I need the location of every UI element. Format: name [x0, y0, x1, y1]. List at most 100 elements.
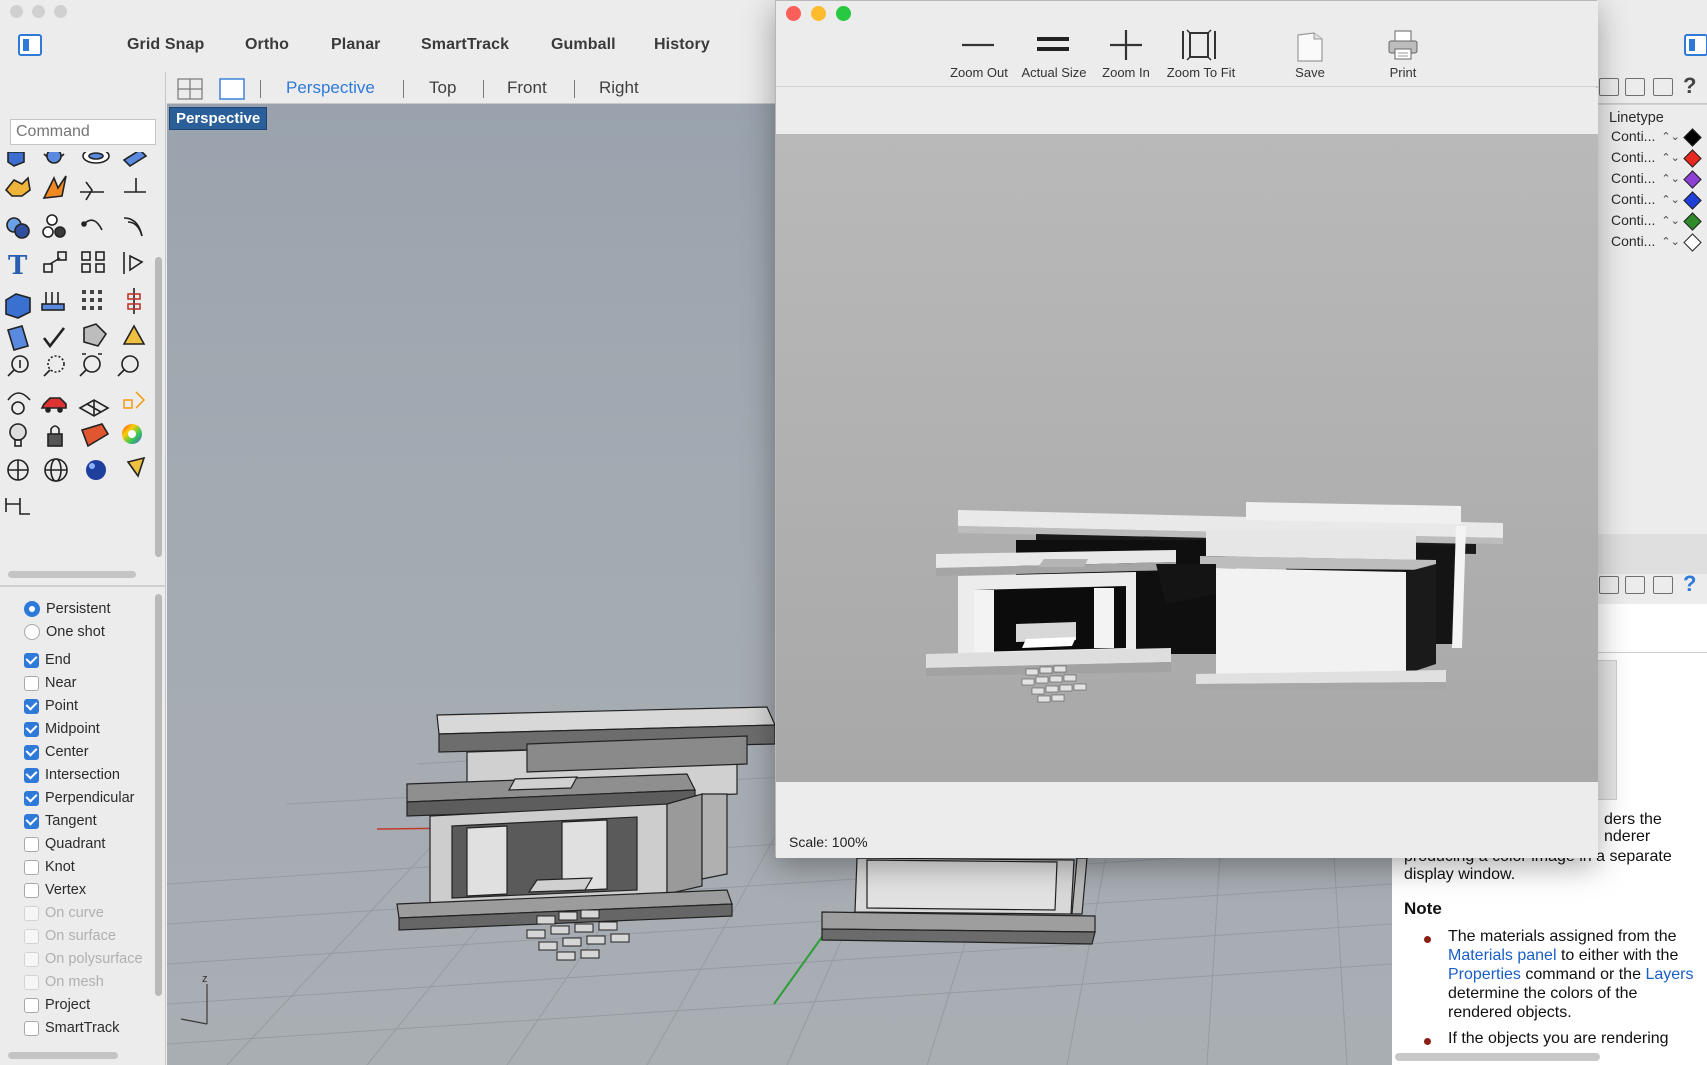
checkbox-quadrant[interactable] [24, 836, 39, 852]
display-panel-icon[interactable] [1653, 78, 1673, 96]
stepper-icon[interactable]: ⌃⌄ [1661, 214, 1679, 227]
snap-center[interactable]: Center [24, 741, 89, 763]
zoom-out-button[interactable]: Zoom Out [947, 65, 1011, 80]
snap-mode-one-shot[interactable]: One shot [24, 621, 105, 643]
materials-panel-link[interactable]: Materials panel [1448, 947, 1557, 964]
checkbox-vertex[interactable] [24, 882, 39, 898]
stepper-icon[interactable]: ⌃⌄ [1661, 151, 1679, 164]
snap-vertex[interactable]: Vertex [24, 879, 86, 901]
document-icon[interactable] [1295, 31, 1325, 63]
checkbox-midpoint[interactable] [24, 721, 39, 737]
single-view-layout-icon[interactable] [219, 78, 245, 100]
checkbox-smarttrack[interactable] [24, 1020, 39, 1036]
stepper-icon[interactable]: ⌃⌄ [1661, 172, 1679, 185]
linetype-value[interactable]: Conti... [1611, 233, 1655, 249]
tab-front[interactable]: Front [507, 78, 547, 98]
checkbox-project[interactable] [24, 997, 39, 1013]
checkbox-perpendicular[interactable] [24, 790, 39, 806]
snap-knot[interactable]: Knot [24, 856, 75, 878]
linetype-value[interactable]: Conti... [1611, 191, 1655, 207]
linetype-value[interactable]: Conti... [1611, 128, 1655, 144]
layer-row[interactable]: Conti... ⌃⌄ [1611, 168, 1680, 188]
layer-color-swatch[interactable] [1683, 149, 1702, 168]
layers-panel-icon[interactable] [1599, 78, 1619, 96]
tab-top[interactable]: Top [429, 78, 456, 98]
minimize-button[interactable] [32, 5, 45, 18]
layers-link[interactable]: Layers [1645, 966, 1693, 983]
layer-color-swatch[interactable] [1683, 191, 1702, 210]
render-canvas[interactable] [776, 134, 1598, 782]
linetype-value[interactable]: Conti... [1611, 170, 1655, 186]
tab-perspective[interactable]: Perspective [286, 78, 375, 98]
equals-icon[interactable] [1036, 33, 1070, 55]
snap-perpendicular[interactable]: Perpendicular [24, 787, 134, 809]
zoom-in-button[interactable]: Zoom In [1098, 65, 1154, 80]
snap-mode-persistent[interactable]: Persistent [24, 598, 110, 620]
layer-color-swatch[interactable] [1683, 170, 1702, 189]
checkbox-point[interactable] [24, 698, 39, 714]
snap-point[interactable]: Point [24, 695, 78, 717]
snap-intersection[interactable]: Intersection [24, 764, 120, 786]
radio-one-shot[interactable] [24, 624, 40, 640]
tab-right[interactable]: Right [599, 78, 639, 98]
linetype-value[interactable]: Conti... [1611, 149, 1655, 165]
radio-persistent[interactable] [24, 601, 40, 617]
render-zoom-button[interactable] [836, 6, 851, 21]
snap-near[interactable]: Near [24, 672, 76, 694]
stepper-icon[interactable]: ⌃⌄ [1661, 130, 1679, 143]
properties-link[interactable]: Properties [1448, 966, 1521, 983]
four-view-layout-icon[interactable] [177, 78, 203, 100]
help-icon[interactable]: ? [1683, 571, 1696, 597]
smarttrack-button[interactable]: SmartTrack [421, 36, 509, 54]
layer-color-swatch[interactable] [1683, 233, 1702, 252]
properties-panel-icon[interactable] [1625, 576, 1645, 594]
history-button[interactable]: History [654, 36, 710, 54]
checkbox-intersection[interactable] [24, 767, 39, 783]
layer-row[interactable]: Conti... ⌃⌄ [1611, 147, 1680, 167]
layer-color-swatch[interactable] [1683, 212, 1702, 231]
layer-row[interactable]: Conti... ⌃⌄ [1611, 210, 1680, 230]
ortho-button[interactable]: Ortho [245, 36, 289, 54]
snap-tangent[interactable]: Tangent [24, 810, 97, 832]
layers-panel-icon[interactable] [1599, 576, 1619, 594]
help-horizontal-scrollbar[interactable] [1395, 1053, 1600, 1061]
checkbox-knot[interactable] [24, 859, 39, 875]
sidebar-toggle-icon[interactable] [18, 34, 42, 56]
print-button[interactable]: Print [1379, 65, 1427, 80]
zoom-to-fit-button[interactable]: Zoom To Fit [1161, 65, 1241, 80]
panel-splitter[interactable] [1597, 534, 1707, 574]
osnap-horizontal-scrollbar[interactable] [8, 1052, 118, 1059]
close-button[interactable] [10, 5, 23, 18]
linetype-value[interactable]: Conti... [1611, 212, 1655, 228]
checkbox-center[interactable] [24, 744, 39, 760]
layer-row[interactable]: Conti... ⌃⌄ [1611, 189, 1680, 209]
planar-button[interactable]: Planar [331, 36, 381, 54]
layer-color-swatch[interactable] [1683, 128, 1702, 147]
right-panel-toggle-icon[interactable] [1684, 34, 1707, 56]
render-close-button[interactable] [786, 6, 801, 21]
minus-icon[interactable] [961, 33, 995, 55]
checkbox-tangent[interactable] [24, 813, 39, 829]
stepper-icon[interactable]: ⌃⌄ [1661, 235, 1679, 248]
palette-horizontal-scrollbar[interactable] [8, 571, 136, 578]
fit-icon[interactable] [1181, 29, 1217, 61]
printer-icon[interactable] [1387, 29, 1419, 61]
gumball-button[interactable]: Gumball [551, 36, 616, 54]
viewport-title[interactable]: Perspective [169, 107, 268, 130]
layer-row[interactable]: Conti... ⌃⌄ [1611, 126, 1680, 146]
snap-midpoint[interactable]: Midpoint [24, 718, 100, 740]
layer-row[interactable]: Conti... ⌃⌄ [1611, 231, 1680, 251]
snap-project[interactable]: Project [24, 994, 90, 1016]
palette-scrollbar[interactable] [155, 257, 162, 557]
checkbox-near[interactable] [24, 675, 39, 691]
osnap-scrollbar[interactable] [155, 594, 162, 996]
save-button[interactable]: Save [1286, 65, 1334, 80]
grid-snap-button[interactable]: Grid Snap [127, 36, 204, 54]
actual-size-button[interactable]: Actual Size [1018, 65, 1090, 80]
help-icon[interactable]: ? [1683, 73, 1696, 99]
plus-icon[interactable] [1109, 29, 1143, 61]
properties-panel-icon[interactable] [1625, 78, 1645, 96]
render-minimize-button[interactable] [811, 6, 826, 21]
checkbox-end[interactable] [24, 652, 39, 668]
stepper-icon[interactable]: ⌃⌄ [1661, 193, 1679, 206]
